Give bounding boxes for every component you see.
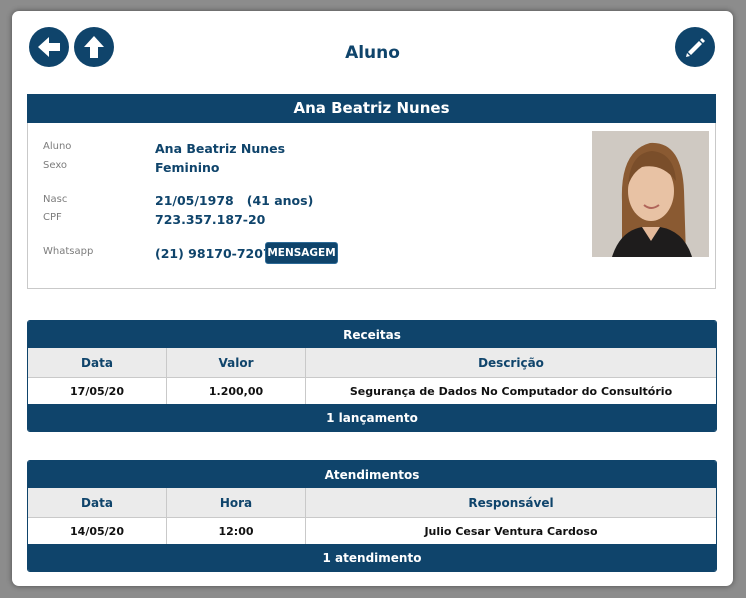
aluno-label: Aluno [43,141,72,152]
atendimentos-table: Data Hora Responsável 14/05/20 12:00 Jul… [28,488,716,544]
receitas-footer: 1 lançamento [28,404,716,431]
aluno-value: Ana Beatriz Nunes [155,141,286,156]
receitas-cell-valor: 1.200,00 [166,377,306,404]
page-title: Aluno [345,43,400,63]
whatsapp-value: (21) 98170-7207 [155,246,272,261]
edit-button[interactable] [675,27,715,67]
atendimentos-title: Atendimentos [28,461,716,488]
whatsapp-label: Whatsapp [43,246,94,257]
receitas-cell-data: 17/05/20 [28,377,167,404]
receitas-col-descricao: Descrição [305,348,716,378]
atendimentos-col-data: Data [28,488,167,518]
cpf-label: CPF [43,212,62,223]
receitas-col-data: Data [28,348,167,378]
atendimentos-col-responsavel: Responsável [305,488,716,518]
table-row[interactable]: 17/05/20 1.200,00 Segurança de Dados No … [28,377,716,404]
nasc-label: Nasc [43,194,68,205]
nasc-value: 21/05/1978 (41 anos) [155,193,314,208]
student-info-box: Ana Beatriz Nunes Aluno Ana Beatriz Nune… [27,94,716,289]
message-button[interactable]: MENSAGEM [265,242,338,264]
sexo-value: Feminino [155,160,220,175]
student-photo-image [592,131,709,257]
student-name-header: Ana Beatriz Nunes [27,94,716,123]
pencil-icon [686,38,705,57]
table-row[interactable]: 14/05/20 12:00 Julio Cesar Ventura Cardo… [28,517,716,544]
atendimentos-col-hora: Hora [166,488,306,518]
receitas-cell-descricao: Segurança de Dados No Computador do Cons… [349,384,673,398]
receitas-col-valor: Valor [166,348,306,378]
receitas-title: Receitas [28,321,716,348]
sexo-label: Sexo [43,160,68,171]
atendimentos-cell-responsavel: Julio Cesar Ventura Cardoso [424,524,598,538]
student-photo [592,131,709,257]
atendimentos-cell-hora: 12:00 [166,517,306,544]
student-card: Aluno Ana Beatriz Nunes Aluno Ana Beatri… [12,11,733,586]
atendimentos-panel: Atendimentos Data Hora Responsável 14/05… [27,460,717,572]
cpf-value: 723.357.187-20 [155,212,266,227]
atendimentos-cell-data: 14/05/20 [28,517,167,544]
receitas-panel: Receitas Data Valor Descrição 17/05/20 1… [27,320,717,432]
receitas-table: Data Valor Descrição 17/05/20 1.200,00 S… [28,348,716,404]
atendimentos-footer: 1 atendimento [28,544,716,571]
